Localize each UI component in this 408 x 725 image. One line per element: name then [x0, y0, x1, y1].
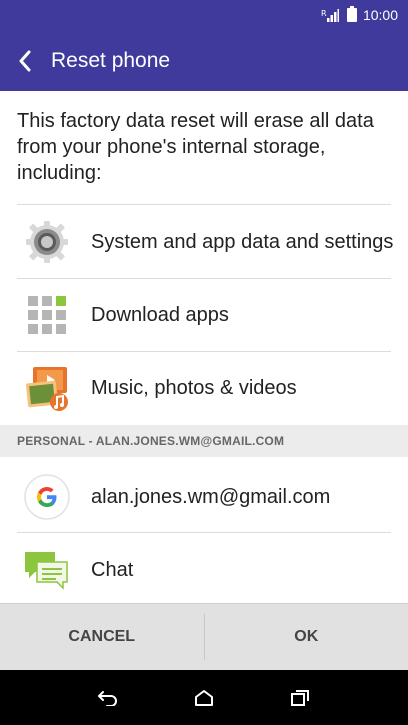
home-icon[interactable] [184, 678, 224, 718]
divider [17, 532, 391, 533]
back-icon[interactable] [88, 678, 128, 718]
chat-icon [23, 546, 71, 594]
cancel-button[interactable]: CANCEL [0, 604, 204, 670]
recents-icon[interactable] [280, 678, 320, 718]
divider [17, 204, 391, 205]
svg-text:R: R [321, 9, 327, 18]
app-grid-icon [23, 291, 71, 339]
signal-icon: R [321, 8, 339, 22]
status-time: 10:00 [362, 7, 398, 23]
list-item-label: Chat [91, 558, 134, 581]
list-item-download-apps: Download apps [0, 279, 408, 351]
status-bar: R 10:00 [0, 0, 408, 30]
list-item-label: System and app data and settings [91, 230, 394, 253]
account-email-label: alan.jones.wm@gmail.com [91, 485, 331, 508]
chevron-left-icon [19, 50, 31, 71]
battery-icon [346, 5, 357, 25]
back-button[interactable] [0, 30, 50, 91]
list-item-system-data: System and app data and settings [0, 206, 408, 278]
gear-icon [23, 218, 71, 266]
list-item-label: Music, photos & videos [91, 376, 297, 399]
media-icon [23, 364, 71, 412]
intro-text: This factory data reset will erase all d… [17, 110, 374, 184]
list-item-media: Music, photos & videos [0, 352, 408, 424]
ok-button[interactable]: OK [205, 604, 408, 670]
section-header-personal: PERSONAL - ALAN.JONES.WM@GMAIL.COM [0, 425, 408, 457]
list-item-chat: Chat [0, 534, 408, 606]
dialog-button-bar: CANCEL OK [0, 603, 408, 670]
google-icon [23, 473, 71, 521]
list-item-label: Download apps [91, 303, 229, 326]
page-title: Reset phone [51, 48, 171, 72]
app-bar: Reset phone [0, 30, 408, 91]
navigation-bar [0, 670, 408, 725]
list-item-google-account: alan.jones.wm@gmail.com [0, 461, 408, 533]
